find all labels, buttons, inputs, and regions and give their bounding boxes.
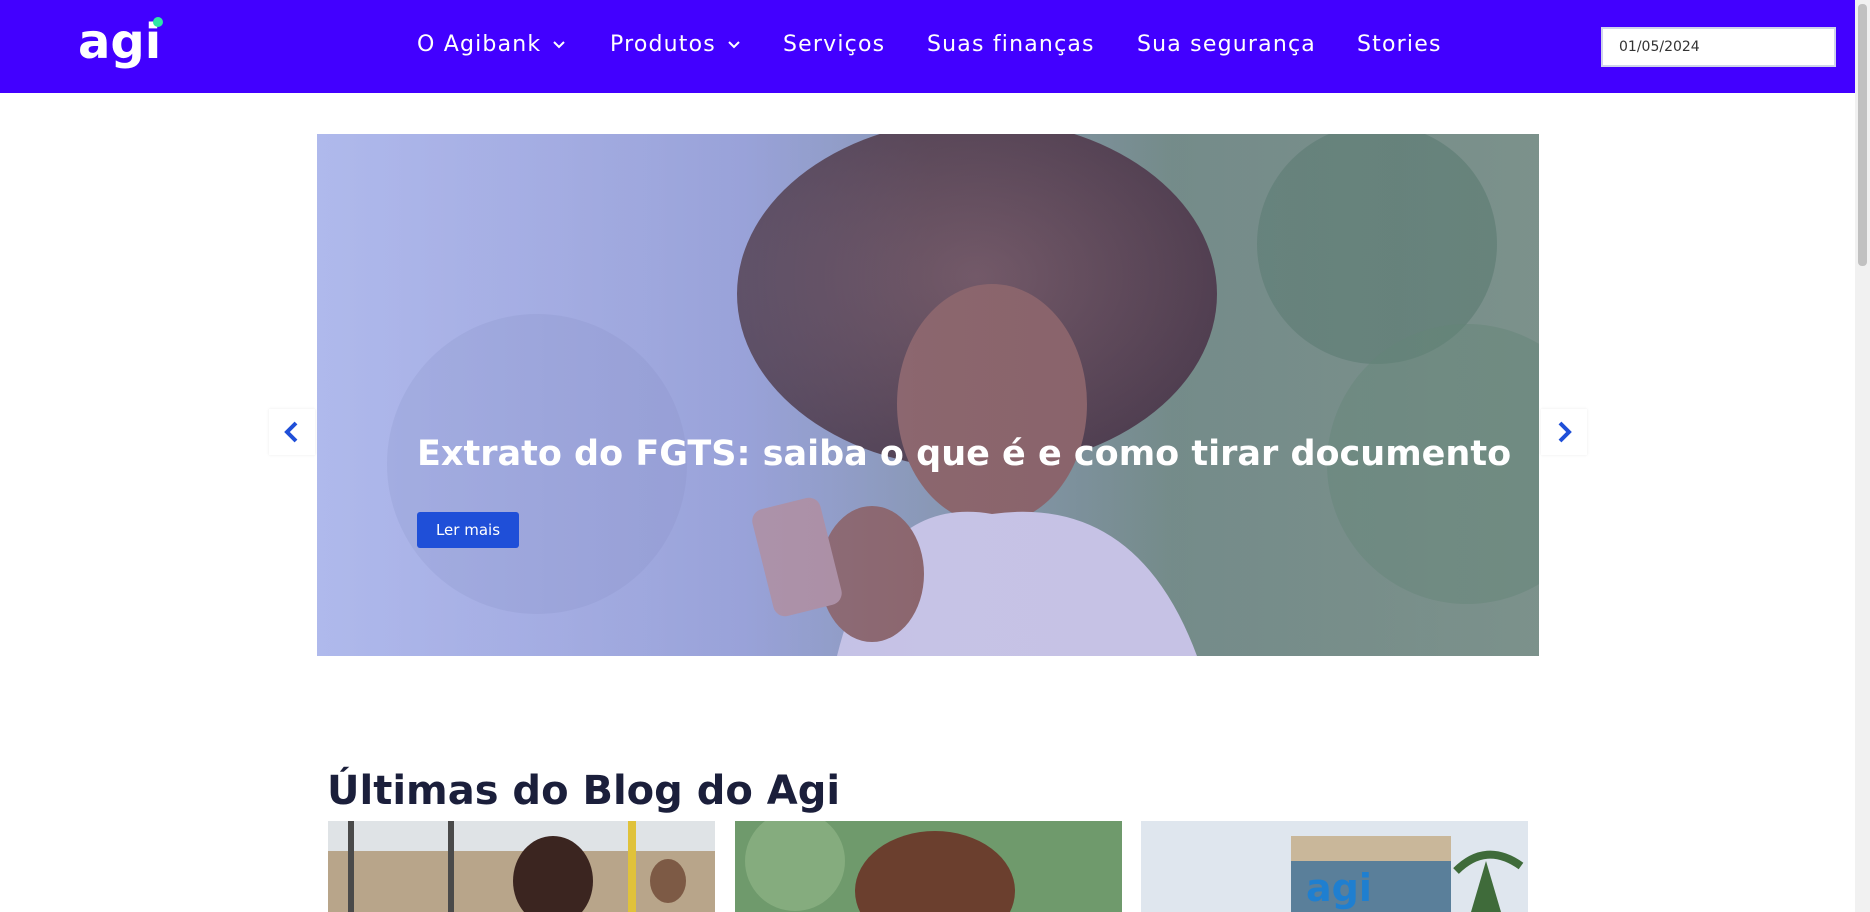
nav-item-label: Sua segurança xyxy=(1137,32,1316,57)
top-navigation-bar: agi O Agibank Produtos Serviços Suas fin… xyxy=(0,0,1855,93)
nav-item-label: O Agibank xyxy=(417,32,542,57)
blog-card[interactable]: agi xyxy=(1141,821,1528,912)
carousel-next-button[interactable] xyxy=(1541,409,1587,455)
carousel-prev-button[interactable] xyxy=(269,409,315,455)
chevron-left-icon xyxy=(284,421,298,443)
date-input[interactable] xyxy=(1601,27,1836,67)
woman-on-bus-photo xyxy=(328,821,715,912)
agi-building-photo: agi xyxy=(1141,821,1528,912)
nav-item-label: Suas finanças xyxy=(927,32,1095,57)
chevron-right-icon xyxy=(1558,421,1572,443)
scrollbar-thumb[interactable] xyxy=(1858,4,1867,266)
nav-item-label: Stories xyxy=(1357,32,1442,57)
blog-card[interactable] xyxy=(328,821,715,912)
hero-title: Extrato do FGTS: saiba o que é e como ti… xyxy=(417,434,1512,474)
woman-with-curly-hair-photo xyxy=(735,821,1122,912)
nav-item-label: Serviços xyxy=(783,32,886,57)
blog-card[interactable] xyxy=(735,821,1122,912)
hero-carousel-slide[interactable]: Extrato do FGTS: saiba o que é e como ti… xyxy=(317,134,1539,656)
hero-photo xyxy=(317,134,1539,656)
nav-item-produtos[interactable]: Produtos xyxy=(610,32,742,57)
nav-item-sua-seguranca[interactable]: Sua segurança xyxy=(1137,32,1316,57)
chevron-down-icon xyxy=(728,40,740,48)
chevron-down-icon xyxy=(553,40,566,48)
nav-item-o-agibank[interactable]: O Agibank xyxy=(417,32,567,57)
nav-item-suas-financas[interactable]: Suas finanças xyxy=(927,32,1095,57)
page-scrollbar[interactable] xyxy=(1855,0,1870,912)
read-more-button[interactable]: Ler mais xyxy=(417,512,519,548)
main-nav: O Agibank Produtos Serviços Suas finança… xyxy=(0,0,1855,93)
nav-item-stories[interactable]: Stories xyxy=(1357,32,1442,57)
nav-item-label: Produtos xyxy=(610,32,716,57)
svg-text:agi: agi xyxy=(1306,866,1372,910)
nav-item-servicos[interactable]: Serviços xyxy=(783,32,885,57)
blog-section-title: Últimas do Blog do Agi xyxy=(327,768,841,814)
